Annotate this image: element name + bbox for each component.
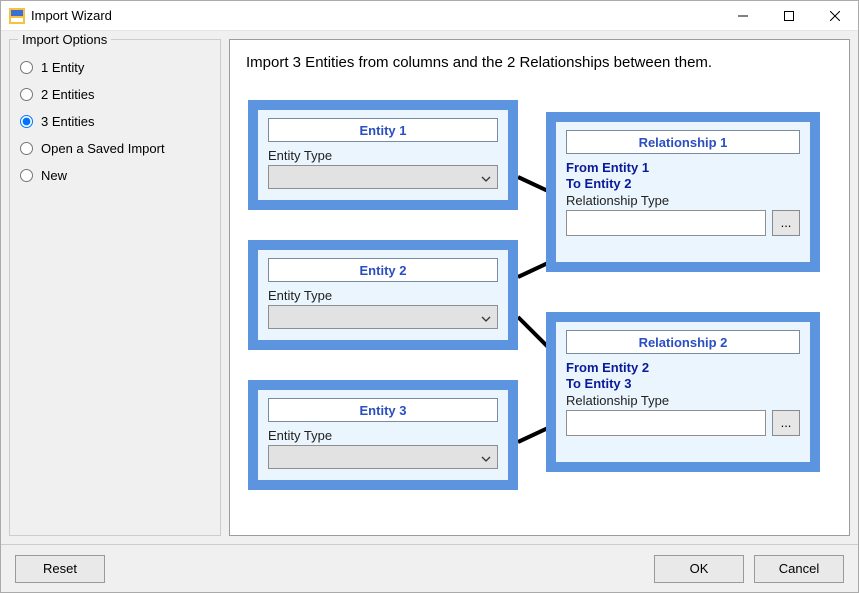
entity-1-type-label: Entity Type <box>268 148 498 163</box>
titlebar: Import Wizard <box>1 1 858 31</box>
app-icon <box>9 8 25 24</box>
option-2-entities[interactable]: 2 Entities <box>20 81 210 108</box>
footer: Reset OK Cancel <box>1 544 858 592</box>
entity-2-title: Entity 2 <box>268 258 498 282</box>
ok-button[interactable]: OK <box>654 555 744 583</box>
radio-3-entities[interactable] <box>20 115 33 128</box>
option-1-entity[interactable]: 1 Entity <box>20 54 210 81</box>
option-open-saved-import[interactable]: Open a Saved Import <box>20 135 210 162</box>
entity-3-title: Entity 3 <box>268 398 498 422</box>
entity-2-type-dropdown[interactable] <box>268 305 498 329</box>
entity-3-type-dropdown[interactable] <box>268 445 498 469</box>
option-label: Open a Saved Import <box>41 141 165 156</box>
import-options-group: Import Options 1 Entity 2 Entities 3 Ent… <box>9 39 221 536</box>
cancel-button[interactable]: Cancel <box>754 555 844 583</box>
entity-1-box: Entity 1 Entity Type <box>248 100 518 210</box>
relationship-2-browse-button[interactable]: ... <box>772 410 800 436</box>
instruction-text: Import 3 Entities from columns and the 2… <box>246 54 712 71</box>
entity-3-type-label: Entity Type <box>268 428 498 443</box>
radio-new[interactable] <box>20 169 33 182</box>
relationship-1-box: Relationship 1 From Entity 1 To Entity 2… <box>546 112 820 272</box>
radio-open-saved[interactable] <box>20 142 33 155</box>
entity-3-box: Entity 3 Entity Type <box>248 380 518 490</box>
diagram-pane: Import 3 Entities from columns and the 2… <box>229 39 850 536</box>
chevron-down-icon <box>481 310 491 325</box>
relationship-2-to: To Entity 3 <box>566 376 800 392</box>
relationship-1-browse-button[interactable]: ... <box>772 210 800 236</box>
entity-1-title: Entity 1 <box>268 118 498 142</box>
import-options-legend: Import Options <box>18 32 111 47</box>
relationship-2-type-input[interactable] <box>566 410 766 436</box>
option-new[interactable]: New <box>20 162 210 189</box>
entity-2-type-label: Entity Type <box>268 288 498 303</box>
button-label: Reset <box>43 561 77 576</box>
chevron-down-icon <box>481 170 491 185</box>
minimize-button[interactable] <box>720 1 766 31</box>
import-wizard-window: Import Wizard Import Options 1 Entity 2 … <box>0 0 859 593</box>
reset-button[interactable]: Reset <box>15 555 105 583</box>
ellipsis-icon: ... <box>781 415 792 430</box>
relationship-2-title: Relationship 2 <box>566 330 800 354</box>
relationship-1-to: To Entity 2 <box>566 176 800 192</box>
option-label: 1 Entity <box>41 60 84 75</box>
button-label: Cancel <box>779 561 819 576</box>
relationship-1-from: From Entity 1 <box>566 160 800 176</box>
option-3-entities[interactable]: 3 Entities <box>20 108 210 135</box>
relationship-1-title: Relationship 1 <box>566 130 800 154</box>
entity-2-box: Entity 2 Entity Type <box>248 240 518 350</box>
option-label: 2 Entities <box>41 87 94 102</box>
relationship-2-box: Relationship 2 From Entity 2 To Entity 3… <box>546 312 820 472</box>
relationship-2-from: From Entity 2 <box>566 360 800 376</box>
entity-1-type-dropdown[interactable] <box>268 165 498 189</box>
chevron-down-icon <box>481 450 491 465</box>
radio-1-entity[interactable] <box>20 61 33 74</box>
relationship-2-type-label: Relationship Type <box>566 393 800 408</box>
option-label: 3 Entities <box>41 114 94 129</box>
button-label: OK <box>690 561 709 576</box>
option-label: New <box>41 168 67 183</box>
relationship-1-type-label: Relationship Type <box>566 193 800 208</box>
close-button[interactable] <box>812 1 858 31</box>
maximize-button[interactable] <box>766 1 812 31</box>
radio-2-entities[interactable] <box>20 88 33 101</box>
window-title: Import Wizard <box>31 8 112 23</box>
ellipsis-icon: ... <box>781 215 792 230</box>
relationship-1-type-input[interactable] <box>566 210 766 236</box>
